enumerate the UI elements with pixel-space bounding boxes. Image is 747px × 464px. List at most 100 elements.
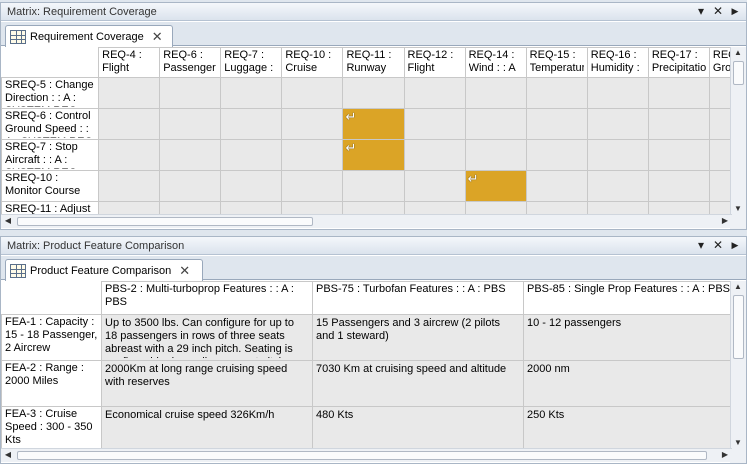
matrix-cell[interactable] (281, 77, 344, 109)
feature-cell[interactable]: Economical cruise speed 326Km/h (101, 406, 313, 449)
scroll-down-icon[interactable]: ▼ (731, 437, 745, 449)
row-header[interactable]: FEA-2 : Range : 2000 Miles (1, 360, 102, 407)
matrix-cell[interactable] (525, 108, 588, 140)
matrix-cell[interactable] (525, 139, 588, 171)
column-header[interactable]: PBS-2 : Multi-turboprop Features : : A :… (101, 281, 313, 315)
dropdown-icon[interactable]: ▾ (694, 4, 708, 19)
matrix-cell[interactable] (647, 201, 710, 215)
tab-product-feature-comparison[interactable]: Product Feature Comparison ✕ (5, 259, 203, 281)
close-icon[interactable]: ✕ (711, 238, 725, 253)
scroll-up-icon[interactable]: ▲ (731, 281, 745, 293)
matrix-cell[interactable] (281, 201, 344, 215)
row-header[interactable]: SREQ-11 : Adjust (1, 201, 100, 215)
feature-cell[interactable]: 15 Passengers and 3 aircrew (2 pilots an… (312, 314, 524, 361)
matrix-cell[interactable] (98, 77, 161, 109)
column-header[interactable]: REQ-17 : Precipitation (647, 47, 710, 78)
matrix-cell[interactable] (281, 108, 344, 140)
relationship-cell[interactable]: ↵ (342, 108, 405, 140)
feature-cell[interactable]: 480 Kts (312, 406, 524, 449)
feature-cell[interactable]: 250 Kts (523, 406, 730, 449)
vertical-scrollbar[interactable]: ▲ ▼ (730, 47, 746, 215)
column-header[interactable]: REQ-18 : Ground (708, 47, 730, 78)
matrix-cell[interactable] (647, 139, 710, 171)
matrix-cell[interactable] (586, 201, 649, 215)
matrix-cell[interactable] (525, 170, 588, 202)
row-header[interactable]: SREQ-5 : Change Direction : : A : SYSTEM… (1, 77, 100, 109)
matrix-cell[interactable] (220, 108, 283, 140)
matrix-cell[interactable] (342, 170, 405, 202)
matrix-cell[interactable] (220, 201, 283, 215)
horizontal-scrollbar[interactable]: ◀ ▶ (1, 448, 732, 462)
vertical-scrollbar[interactable]: ▲ ▼ (730, 281, 746, 449)
matrix-cell[interactable] (708, 170, 730, 202)
matrix-cell[interactable] (159, 108, 222, 140)
dropdown-icon[interactable]: ▾ (694, 238, 708, 253)
scrollbar-thumb[interactable] (17, 217, 313, 226)
matrix-cell[interactable] (403, 108, 466, 140)
scroll-down-icon[interactable]: ▼ (731, 203, 745, 215)
column-header[interactable]: REQ-4 : Flight Control (98, 47, 161, 78)
chevron-right-icon[interactable]: ▶ (728, 4, 742, 19)
matrix-cell[interactable] (464, 77, 527, 109)
matrix-cell[interactable] (647, 170, 710, 202)
scrollbar-thumb[interactable] (733, 295, 744, 359)
matrix-cell[interactable] (647, 108, 710, 140)
matrix-cell[interactable] (281, 170, 344, 202)
scrollbar-thumb[interactable] (17, 451, 707, 460)
matrix-cell[interactable] (98, 201, 161, 215)
scroll-up-icon[interactable]: ▲ (731, 47, 745, 59)
feature-cell[interactable]: 2000 nm (523, 360, 730, 407)
matrix-cell[interactable] (647, 77, 710, 109)
matrix-cell[interactable] (586, 139, 649, 171)
matrix-cell[interactable] (159, 139, 222, 171)
matrix-cell[interactable] (586, 108, 649, 140)
matrix-cell[interactable] (281, 139, 344, 171)
matrix-cell[interactable] (220, 77, 283, 109)
matrix-cell[interactable] (586, 77, 649, 109)
matrix-cell[interactable] (464, 108, 527, 140)
matrix-cell[interactable] (403, 201, 466, 215)
relationship-cell[interactable]: ↵ (342, 139, 405, 171)
row-header[interactable]: SREQ-6 : Control Ground Speed : : A : SY… (1, 108, 100, 140)
column-header[interactable]: REQ-15 : Temperature (525, 47, 588, 78)
column-header[interactable]: REQ-6 : Passenger Load (159, 47, 222, 78)
feature-cell[interactable]: 10 - 12 passengers (523, 314, 730, 361)
scroll-left-icon[interactable]: ◀ (1, 449, 15, 461)
tab-requirement-coverage[interactable]: Requirement Coverage ✕ (5, 25, 173, 47)
matrix-cell[interactable] (464, 201, 527, 215)
matrix-cell[interactable] (159, 201, 222, 215)
matrix-cell[interactable] (403, 170, 466, 202)
matrix-cell[interactable] (525, 77, 588, 109)
scroll-left-icon[interactable]: ◀ (1, 215, 15, 227)
feature-cell[interactable]: 7030 Km at cruising speed and altitude (312, 360, 524, 407)
matrix-cell[interactable] (342, 77, 405, 109)
column-header[interactable]: REQ-10 : Cruise Speed (281, 47, 344, 78)
horizontal-scrollbar[interactable]: ◀ ▶ (1, 214, 732, 228)
column-header[interactable]: REQ-12 : Flight Schedule (403, 47, 466, 78)
matrix-cell[interactable] (220, 170, 283, 202)
matrix-cell[interactable] (159, 77, 222, 109)
matrix-cell[interactable] (159, 170, 222, 202)
feature-cell[interactable]: 2000Km at long range cruising speed with… (101, 360, 313, 407)
matrix-cell[interactable] (403, 77, 466, 109)
column-header[interactable]: REQ-7 : Luggage : A (220, 47, 283, 78)
matrix-cell[interactable] (403, 139, 466, 171)
column-header[interactable]: REQ-14 : Wind : : A (464, 47, 527, 78)
relationship-cell[interactable]: ↵ (464, 170, 527, 202)
matrix-cell[interactable] (220, 139, 283, 171)
tab-close-icon[interactable]: ✕ (179, 263, 190, 279)
column-header[interactable]: REQ-16 : Humidity : A (586, 47, 649, 78)
matrix-cell[interactable] (98, 139, 161, 171)
row-header[interactable]: FEA-1 : Capacity : 15 - 18 Passenger, 2 … (1, 314, 102, 361)
matrix-cell[interactable] (98, 108, 161, 140)
scrollbar-thumb[interactable] (733, 61, 744, 85)
feature-cell[interactable]: Up to 3500 lbs. Can configure for up to … (101, 314, 313, 361)
matrix-cell[interactable] (708, 77, 730, 109)
tab-close-icon[interactable]: ✕ (152, 29, 163, 45)
column-header[interactable]: PBS-75 : Turbofan Features : : A : PBS (312, 281, 524, 315)
row-header[interactable]: SREQ-7 : Stop Aircraft : : A : SYSTEM RE… (1, 139, 100, 171)
matrix-cell[interactable] (464, 139, 527, 171)
column-header[interactable]: PBS-85 : Single Prop Features : : A : PB… (523, 281, 730, 315)
matrix-cell[interactable] (525, 201, 588, 215)
row-header[interactable]: FEA-3 : Cruise Speed : 300 - 350 Kts (1, 406, 102, 449)
